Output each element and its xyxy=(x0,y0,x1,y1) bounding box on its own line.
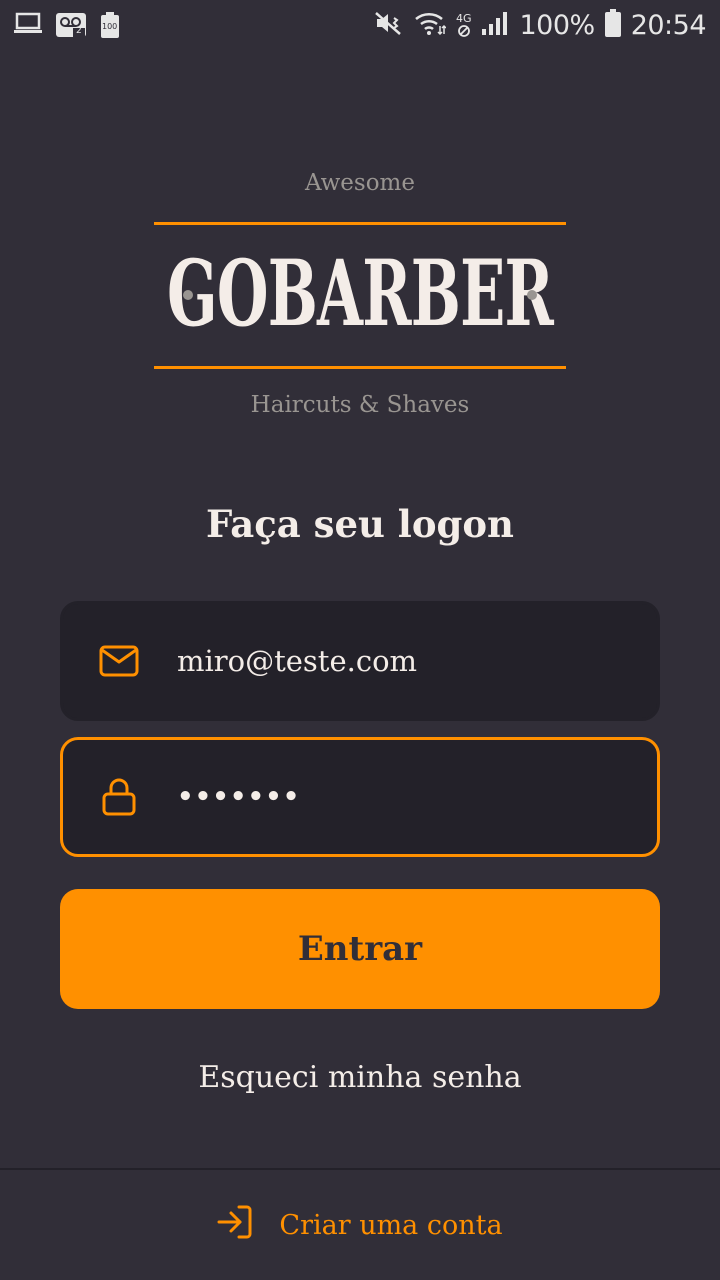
battery-small-icon: 100 xyxy=(100,12,120,38)
password-value: ••••••• xyxy=(177,782,301,812)
page-title: Faça seu logon xyxy=(206,502,514,546)
status-bar-left: 2 100 xyxy=(14,12,120,38)
status-bar: 2 100 4G 100% 20:54 xyxy=(0,0,720,50)
network-type: 4G xyxy=(455,11,472,25)
battery-icon xyxy=(604,9,621,41)
mail-icon xyxy=(99,641,139,681)
mute-vibrate-icon xyxy=(374,10,404,40)
voicemail-count: 2 xyxy=(76,26,82,36)
forgot-password-link[interactable]: Esqueci minha senha xyxy=(0,1060,720,1095)
login-button[interactable]: Entrar xyxy=(60,889,660,1009)
status-bar-right: 4G 100% 20:54 xyxy=(374,9,707,41)
app-logo: Awesome GOBARBER Haircuts & Shaves xyxy=(0,168,720,428)
email-value: miro@teste.com xyxy=(177,644,418,678)
create-account-label: Criar uma conta xyxy=(279,1209,503,1241)
logo-top-text: Awesome xyxy=(305,170,415,196)
logo-name: GOBARBER xyxy=(167,240,554,347)
voicemail-icon: 2 xyxy=(56,13,86,37)
login-screen: 2 100 4G 100% 20:54 Awesome GOBARBER Hai… xyxy=(0,0,720,1280)
log-in-icon xyxy=(217,1204,253,1247)
laptop-icon xyxy=(14,12,42,38)
battery-percent: 100% xyxy=(519,9,595,41)
create-account-button[interactable]: Criar uma conta xyxy=(0,1170,720,1280)
email-field[interactable]: miro@teste.com xyxy=(60,601,660,721)
battery-small-label: 100 xyxy=(102,22,118,31)
logo-right-dot xyxy=(527,290,537,300)
wifi-icon xyxy=(414,10,447,40)
password-field[interactable]: ••••••• xyxy=(60,737,660,857)
signal-icon xyxy=(481,10,509,40)
lock-icon xyxy=(99,777,139,817)
clock: 20:54 xyxy=(630,9,707,41)
network-4g-icon: 4G xyxy=(455,11,472,38)
logo-bottom-text: Haircuts & Shaves xyxy=(250,392,470,418)
logo-bottom-line xyxy=(154,366,566,369)
logo-top-line xyxy=(154,222,566,225)
